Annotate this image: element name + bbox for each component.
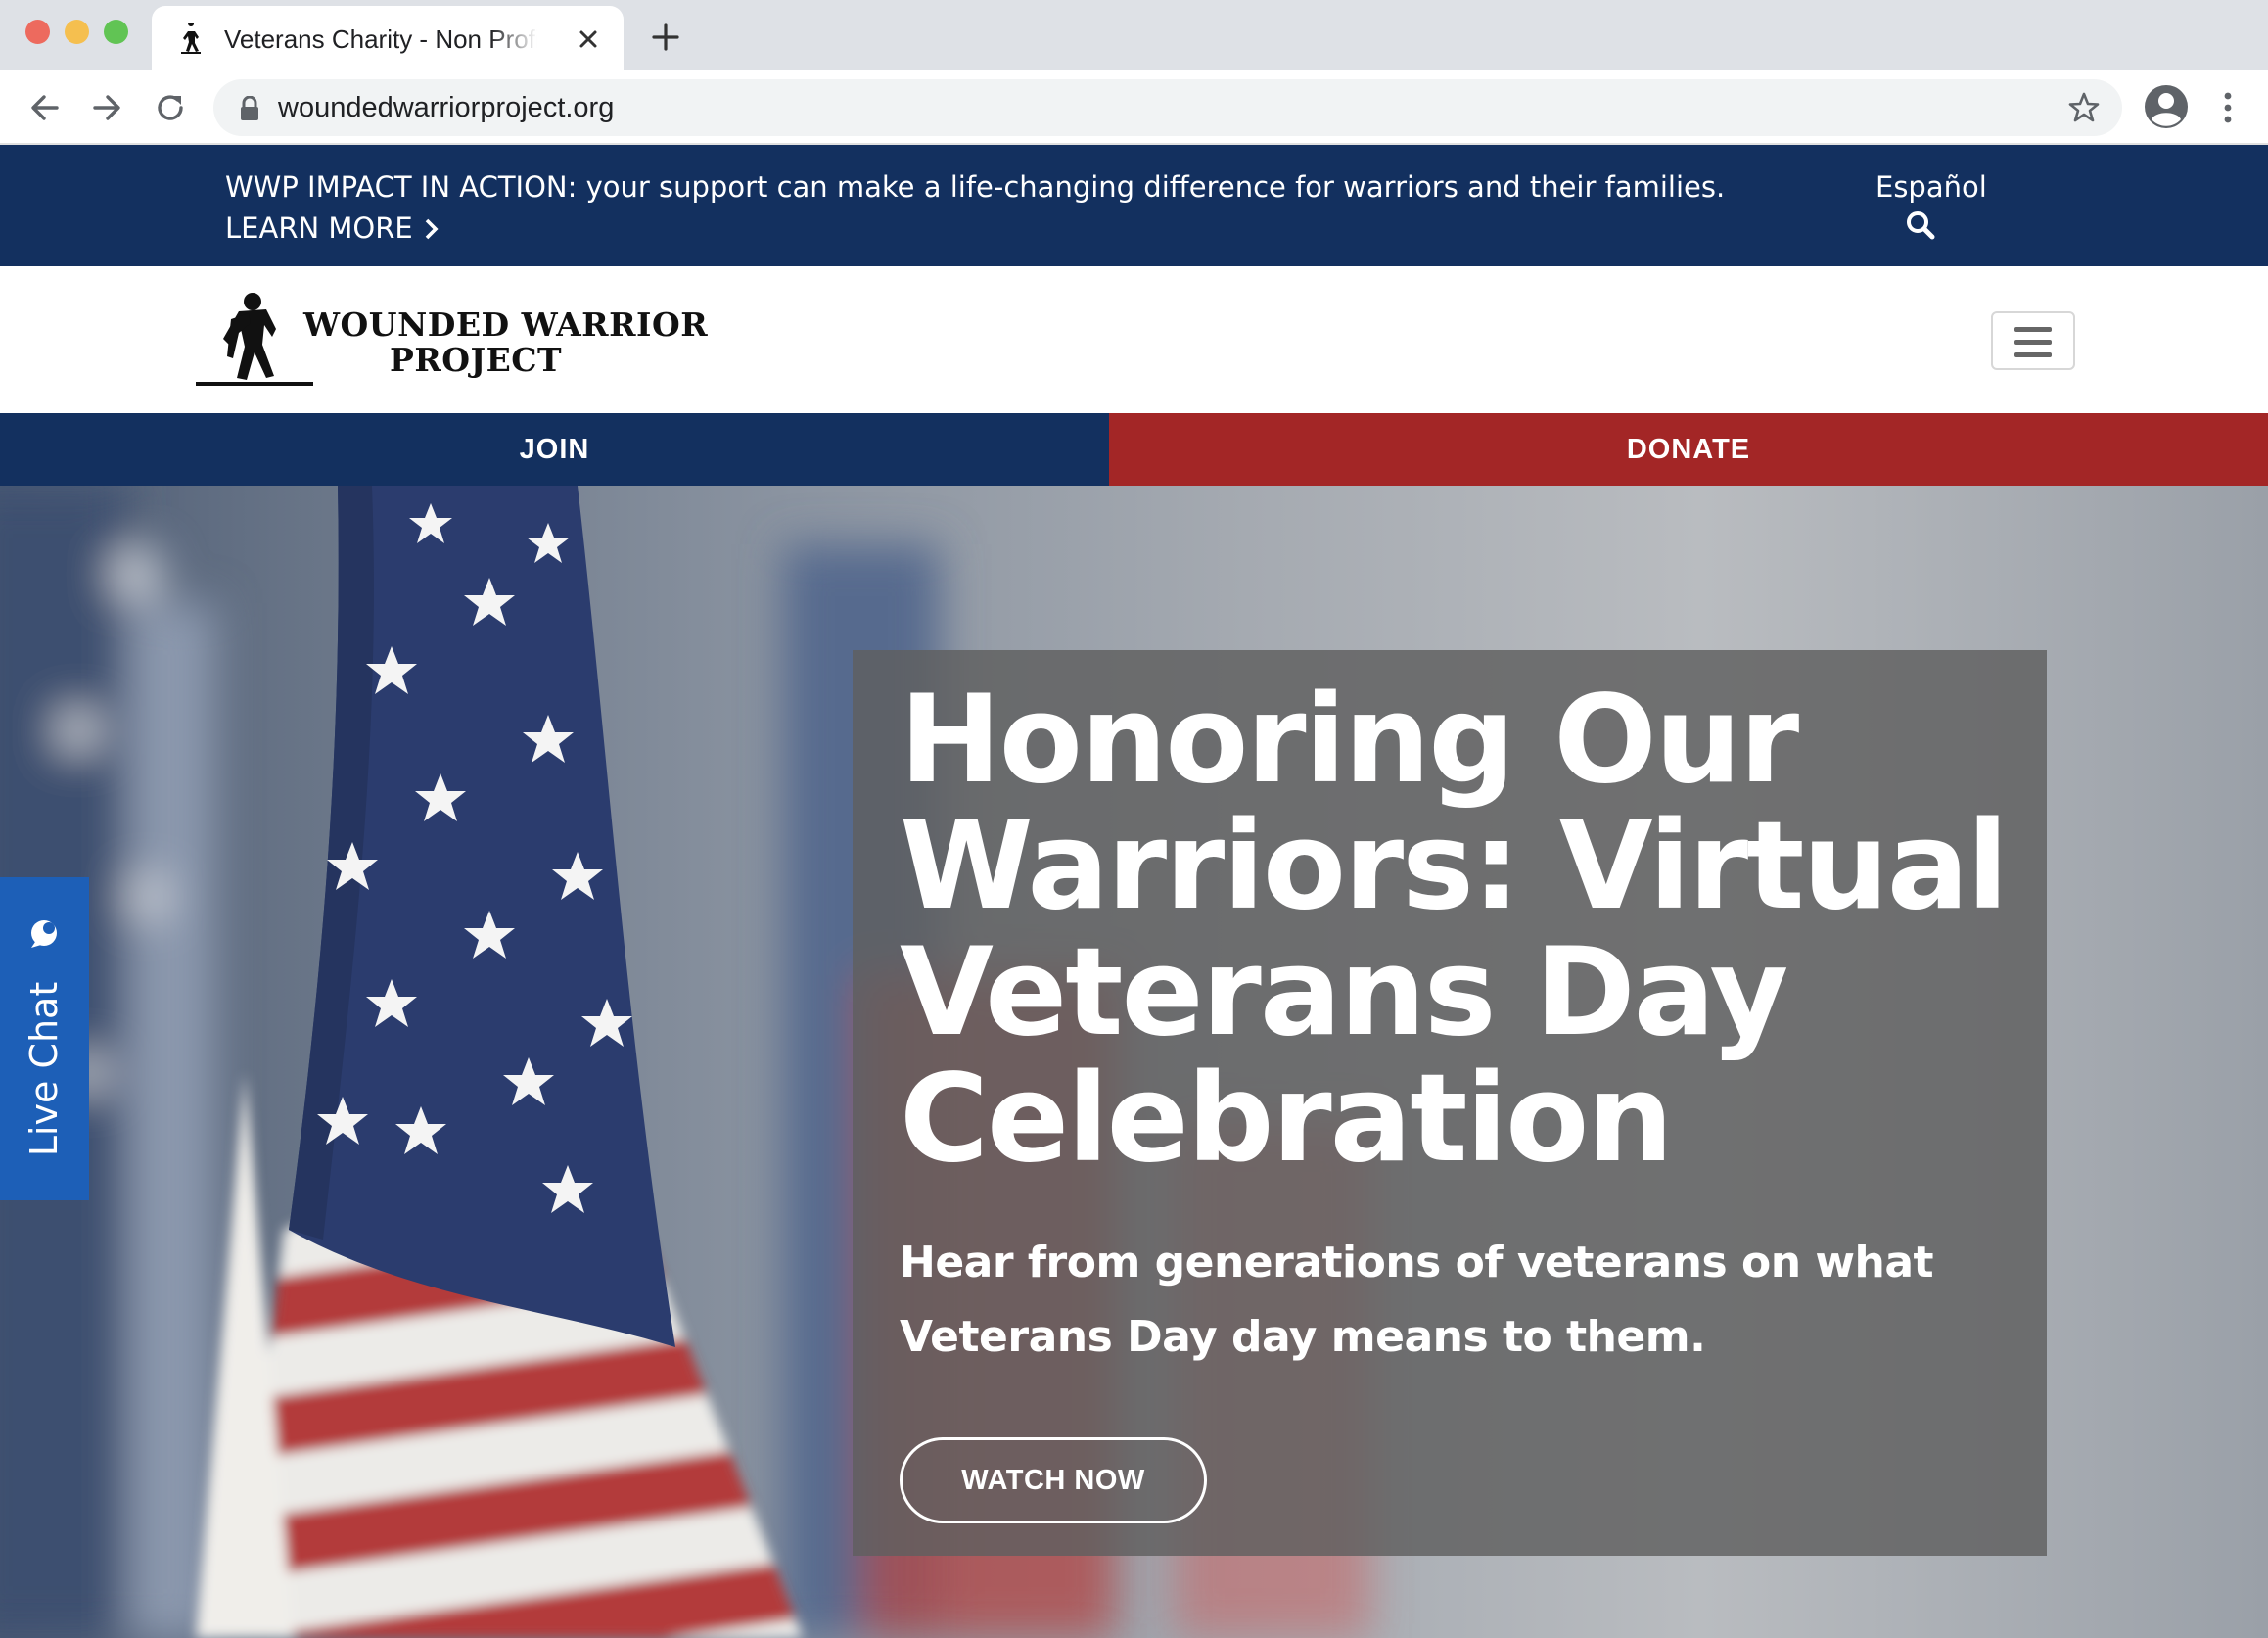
url-text: woundedwarriorproject.org — [278, 92, 615, 123]
announcement-bar: WWP IMPACT IN ACTION: your support can m… — [0, 145, 2268, 266]
minimize-window-button[interactable] — [65, 20, 89, 44]
learn-more-link[interactable]: LEARN MORE — [225, 211, 440, 245]
hero-text-card: Honoring Our Warriors: Virtual Veterans … — [853, 650, 2047, 1556]
watch-now-button[interactable]: WATCH NOW — [900, 1437, 1207, 1523]
logo-text-line1: WOUNDED WARRIOR — [303, 305, 709, 344]
soldier-carrying-icon — [196, 293, 313, 386]
star-icon[interactable] — [2067, 91, 2101, 124]
live-chat-label: Live Chat — [23, 981, 66, 1157]
language-link[interactable]: Español — [1875, 166, 1987, 208]
join-button[interactable]: JOIN — [0, 413, 1109, 486]
announcement-message: WWP IMPACT IN ACTION: your support can m… — [225, 166, 1811, 249]
wwp-logo[interactable]: WOUNDED WARRIOR PROJECT — [194, 290, 708, 398]
site-header: WOUNDED WARRIOR PROJECT — [0, 266, 2268, 413]
lock-icon — [241, 96, 258, 120]
hamburger-bar — [2014, 352, 2052, 357]
hamburger-bar — [2014, 340, 2052, 345]
chevron-right-icon — [425, 218, 439, 240]
reload-icon[interactable] — [151, 88, 190, 127]
more-menu-icon[interactable] — [2216, 88, 2240, 127]
forward-icon[interactable] — [87, 88, 126, 127]
browser-toolbar: woundedwarriorproject.org — [0, 70, 2268, 145]
hero-subtitle: Hear from generations of veterans on wha… — [900, 1238, 1934, 1362]
search-icon[interactable] — [1905, 210, 1936, 241]
hero-title: Honoring Our Warriors: Virtual Veterans … — [900, 670, 2009, 1190]
live-chat-tab[interactable]: Live Chat — [0, 877, 89, 1200]
browser-tab-strip: Veterans Charity - Non Profit Organizati… — [0, 0, 2268, 70]
maximize-window-button[interactable] — [104, 20, 128, 44]
announcement-text: WWP IMPACT IN ACTION: your support can m… — [225, 170, 1726, 204]
favicon-icon — [181, 23, 201, 54]
learn-more-label: LEARN MORE — [225, 211, 413, 245]
chat-bubble-icon — [31, 920, 57, 948]
profile-icon[interactable] — [2144, 84, 2189, 129]
browser-tab[interactable]: Veterans Charity - Non Profit Organizati… — [152, 6, 624, 70]
close-icon[interactable] — [573, 23, 604, 55]
page: Veterans Charity - Non Profit Organizati… — [0, 0, 2268, 1638]
hamburger-bar — [2014, 327, 2052, 332]
back-icon[interactable] — [25, 88, 65, 127]
plus-icon[interactable] — [648, 20, 683, 55]
logo-text-line2: PROJECT — [390, 341, 563, 379]
menu-toggle-button[interactable] — [1991, 311, 2075, 370]
donate-button[interactable]: DONATE — [1109, 413, 2268, 486]
address-bar[interactable]: woundedwarriorproject.org — [213, 79, 2122, 136]
tab-title: Veterans Charity - Non Profit Organizati… — [224, 24, 537, 54]
close-window-button[interactable] — [25, 20, 50, 44]
